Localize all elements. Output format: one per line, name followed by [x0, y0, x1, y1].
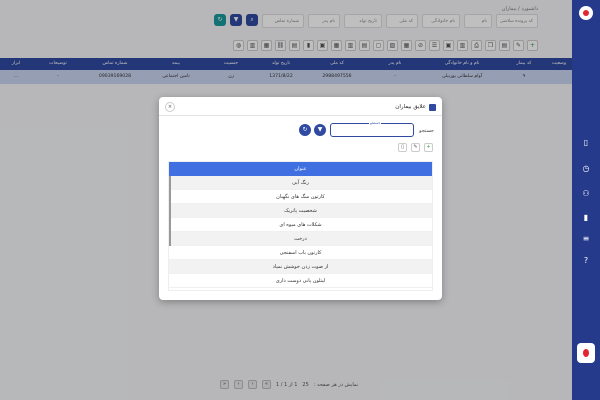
close-button[interactable]: ×: [165, 102, 175, 112]
trash-icon: ▯: [401, 144, 404, 150]
pencil-icon: ✎: [413, 144, 418, 150]
main-content: داشبورد / بیماران کد پرونده سلامتی نام ن…: [0, 0, 572, 400]
menu-icon[interactable]: ≡: [581, 234, 591, 244]
sidebar: ▯ ◷ ⚇ ▮ ≡ ?: [572, 0, 600, 400]
refresh-icon: ↻: [302, 126, 308, 133]
list-item[interactable]: از صوت زدن خوشش نمیاد: [169, 260, 432, 274]
modal-filter-button[interactable]: ▼: [314, 124, 326, 136]
clock-icon[interactable]: ◷: [581, 164, 591, 174]
modal-divider: [159, 115, 442, 116]
brand-logo: [577, 343, 595, 363]
bar-chart-icon[interactable]: ▮: [581, 213, 591, 223]
close-icon: ×: [167, 104, 173, 110]
users-icon[interactable]: ⚇: [581, 189, 591, 199]
list-item[interactable]: لیتلون پانی دوست داری: [169, 274, 432, 288]
modal-title: علایق بیماران: [395, 104, 426, 110]
interests-list: عنوان رنگ آبی کارتون سگ های نگهبان شخصیت پ…: [168, 161, 433, 291]
list-item[interactable]: کارتون سگ های نگهبان: [169, 190, 432, 204]
list-item[interactable]: شخصیت پاتریک: [169, 204, 432, 218]
modal-edit-button[interactable]: ✎: [411, 143, 420, 152]
modal-delete-button[interactable]: ▯: [398, 143, 407, 152]
interests-modal: علایق بیماران × جستجو جستجو ▼ ↻ + ✎ ▯ عن…: [159, 97, 442, 300]
search-input[interactable]: جستجو: [330, 121, 414, 137]
plus-icon: +: [426, 144, 431, 150]
modal-refresh-button[interactable]: ↻: [299, 124, 311, 136]
list-header: عنوان: [169, 162, 432, 176]
list-item[interactable]: شکلات های میوه ای: [169, 218, 432, 232]
list-scrollbar[interactable]: [169, 176, 171, 246]
list-item[interactable]: درخت: [169, 232, 432, 246]
modal-add-button[interactable]: +: [424, 143, 433, 152]
list-item[interactable]: رنگ آبی: [169, 176, 432, 190]
search-input-float-label: جستجو: [369, 121, 382, 125]
bookmark-icon[interactable]: ▯: [581, 138, 591, 148]
app-screen: داشبورد / بیماران کد پرونده سلامتی نام ن…: [0, 0, 600, 400]
help-icon[interactable]: ?: [581, 256, 591, 266]
modal-title-icon: [429, 104, 436, 111]
list-item[interactable]: کارتون باب اسفنجی: [169, 246, 432, 260]
app-logo: [579, 6, 593, 20]
filter-icon: ▼: [317, 126, 323, 133]
search-label: جستجو: [419, 128, 434, 134]
